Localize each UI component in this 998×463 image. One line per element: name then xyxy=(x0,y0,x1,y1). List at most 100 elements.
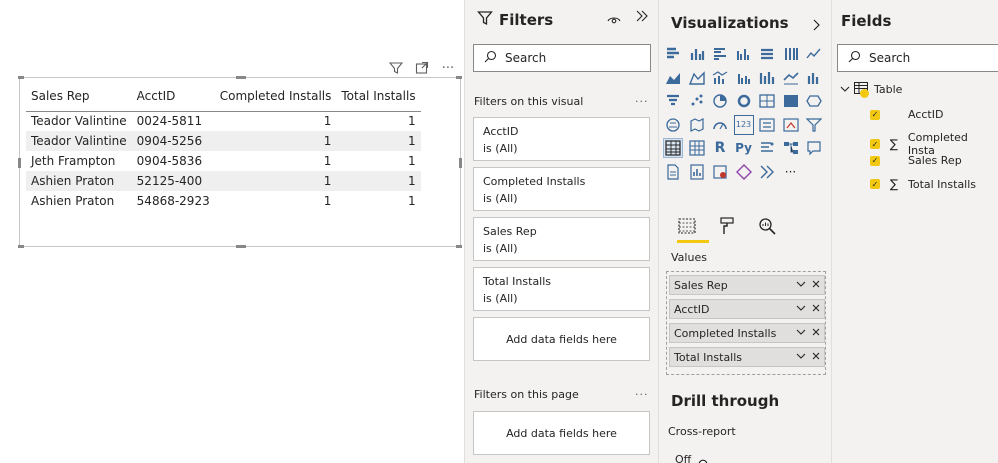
decomposition-tree-icon[interactable] xyxy=(781,138,801,158)
line-and-clustered-column-chart-icon[interactable] xyxy=(734,68,754,88)
focus-mode-icon[interactable] xyxy=(414,60,430,76)
line-and-stacked-column-chart-icon[interactable] xyxy=(710,68,730,88)
field-checkbox[interactable]: ✓ xyxy=(870,139,880,149)
slicer-icon[interactable] xyxy=(804,115,824,135)
scatter-chart-icon[interactable] xyxy=(663,91,683,111)
qa-visual-icon[interactable] xyxy=(804,138,824,158)
stacked-column-chart-icon[interactable] xyxy=(687,44,707,64)
add-data-fields-page[interactable]: Add data fields here xyxy=(473,411,650,455)
column-header[interactable]: AcctID xyxy=(131,84,215,112)
card-icon[interactable]: 123 xyxy=(733,114,754,135)
python-visual-icon[interactable]: Py xyxy=(734,138,754,158)
field-checkbox[interactable]: ✓ xyxy=(870,155,880,166)
smart-narrative-icon[interactable] xyxy=(663,162,683,182)
power-apps-icon[interactable] xyxy=(710,162,730,182)
table-row[interactable]: Ashien Praton 52125-400 1 1 xyxy=(26,171,421,191)
close-icon[interactable] xyxy=(812,304,820,315)
table-visual[interactable]: Sales Rep AcctID Completed Installs Tota… xyxy=(18,76,462,248)
gauge-chart-icon[interactable] xyxy=(687,115,707,135)
table-row[interactable]: Ashien Praton 54868-2923 1 1 xyxy=(26,191,421,211)
close-icon[interactable] xyxy=(812,328,820,339)
more-options-icon[interactable]: ··· xyxy=(440,60,456,76)
value-field-sales-rep[interactable]: Sales Rep xyxy=(669,275,825,295)
clustered-column-chart-icon[interactable] xyxy=(734,44,754,64)
chevron-down-icon[interactable] xyxy=(840,83,850,96)
line-chart-icon[interactable] xyxy=(804,44,824,64)
shape-map-icon[interactable] xyxy=(804,91,824,111)
more-options-icon[interactable]: ··· xyxy=(635,95,649,108)
resize-handle-bottom[interactable] xyxy=(236,245,246,248)
100-stacked-bar-chart-icon[interactable] xyxy=(757,44,777,64)
table-node[interactable]: Table xyxy=(840,82,902,98)
resize-handle-corner[interactable] xyxy=(456,245,462,248)
value-field-acctid[interactable]: AcctID xyxy=(669,299,825,319)
ribbon-chart-icon[interactable] xyxy=(757,68,777,88)
cross-report-toggle[interactable] xyxy=(697,454,725,463)
value-field-total-installs[interactable]: Total Installs xyxy=(669,347,825,367)
power-automate-icon[interactable] xyxy=(734,162,754,182)
close-icon[interactable] xyxy=(812,352,820,363)
get-more-visuals-icon[interactable] xyxy=(757,162,777,182)
kpi-trend-icon[interactable] xyxy=(781,115,801,135)
chevron-down-icon[interactable] xyxy=(796,328,806,339)
resize-handle-corner[interactable] xyxy=(18,76,24,79)
more-visuals-icon[interactable]: ··· xyxy=(781,162,801,182)
column-header[interactable]: Completed Installs xyxy=(214,84,337,112)
value-field-completed-installs[interactable]: Completed Installs xyxy=(669,323,825,343)
pie-chart-icon[interactable] xyxy=(687,91,707,111)
column-header[interactable]: Total Installs xyxy=(336,84,421,112)
table-row[interactable]: Teador Valintine 0904-5256 1 1 xyxy=(26,131,421,151)
filter-card-acctid[interactable]: AcctID is (All) xyxy=(473,117,650,161)
resize-handle-left[interactable] xyxy=(18,158,21,168)
field-item-sales-rep[interactable]: ✓ Sales Rep xyxy=(870,154,962,167)
chevron-down-icon[interactable] xyxy=(796,280,806,291)
values-field-well[interactable]: Sales Rep AcctID Completed Installs Tota… xyxy=(666,271,826,375)
close-icon[interactable] xyxy=(812,280,820,291)
field-item-acctid[interactable]: ✓ AcctID xyxy=(870,108,943,121)
filter-card-total-installs[interactable]: Total Installs is (All) xyxy=(473,267,650,311)
area-chart-icon[interactable] xyxy=(663,68,683,88)
more-options-icon[interactable]: ··· xyxy=(635,388,649,401)
kpi-icon[interactable] xyxy=(710,115,730,135)
paginated-report-icon[interactable] xyxy=(687,162,707,182)
field-item-total-installs[interactable]: ✓ ∑ Total Installs xyxy=(870,177,976,191)
funnel-chart-icon[interactable] xyxy=(804,68,824,88)
stacked-bar-chart-icon[interactable] xyxy=(663,44,683,64)
waterfall-chart-icon[interactable] xyxy=(781,68,801,88)
chevron-right-icon[interactable] xyxy=(813,16,821,35)
chevron-down-icon[interactable] xyxy=(796,304,806,315)
resize-handle-corner[interactable] xyxy=(456,76,462,79)
filter-card-sales-rep[interactable]: Sales Rep is (All) xyxy=(473,217,650,261)
analytics-magnifier-icon[interactable] xyxy=(755,213,779,239)
column-header[interactable]: Sales Rep xyxy=(26,84,132,112)
chevron-down-icon[interactable] xyxy=(796,352,806,363)
map-icon[interactable] xyxy=(757,91,777,111)
filter-card-completed-installs[interactable]: Completed Installs is (All) xyxy=(473,167,650,211)
resize-handle-corner[interactable] xyxy=(18,245,24,248)
r-script-visual-icon[interactable]: R xyxy=(710,138,730,158)
report-canvas[interactable]: ··· Sales Rep AcctID Completed Installs … xyxy=(0,0,464,463)
treemap-icon[interactable] xyxy=(734,91,754,111)
add-data-fields-visual[interactable]: Add data fields here xyxy=(473,317,650,361)
filters-search-input[interactable]: Search xyxy=(473,44,651,72)
table-visual-icon[interactable] xyxy=(663,138,683,158)
format-paint-roller-icon[interactable] xyxy=(715,213,739,239)
field-checkbox[interactable]: ✓ xyxy=(870,179,880,189)
resize-handle-top[interactable] xyxy=(236,76,246,79)
fields-tab-icon[interactable] xyxy=(675,213,699,239)
table-row[interactable]: Jeth Frampton 0904-5836 1 1 xyxy=(26,151,421,171)
multi-row-card-icon[interactable] xyxy=(757,115,777,135)
resize-handle-right[interactable] xyxy=(459,158,462,168)
key-influencers-icon[interactable] xyxy=(757,138,777,158)
azure-map-icon[interactable] xyxy=(663,115,683,135)
collapse-pane-icon[interactable] xyxy=(635,9,649,27)
eye-icon[interactable] xyxy=(607,11,621,30)
matrix-icon[interactable] xyxy=(687,138,707,158)
table-row[interactable]: Teador Valintine 0024-5811 1 1 xyxy=(26,111,421,131)
filled-map-icon[interactable] xyxy=(781,91,801,111)
100-stacked-column-chart-icon[interactable] xyxy=(781,44,801,64)
filter-icon[interactable] xyxy=(388,60,404,76)
clustered-bar-chart-icon[interactable] xyxy=(710,44,730,64)
donut-chart-icon[interactable] xyxy=(710,91,730,111)
field-checkbox[interactable]: ✓ xyxy=(870,109,880,120)
